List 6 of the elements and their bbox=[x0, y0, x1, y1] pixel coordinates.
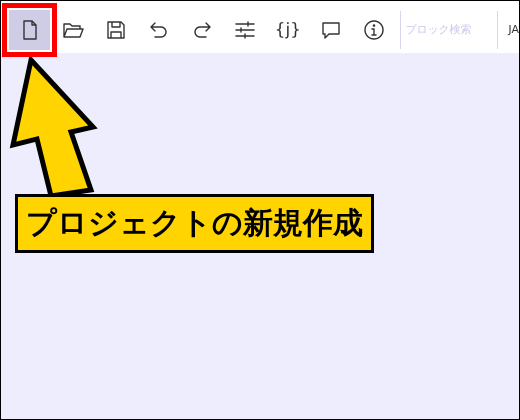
info-icon bbox=[362, 18, 386, 42]
search-field[interactable]: ブロック検索 bbox=[405, 23, 494, 36]
language-selector[interactable]: JA bbox=[508, 23, 519, 36]
callout-label: プロジェクトの新規作成 bbox=[15, 194, 374, 253]
json-button[interactable]: {j} bbox=[267, 10, 308, 50]
file-button[interactable] bbox=[9, 10, 50, 50]
